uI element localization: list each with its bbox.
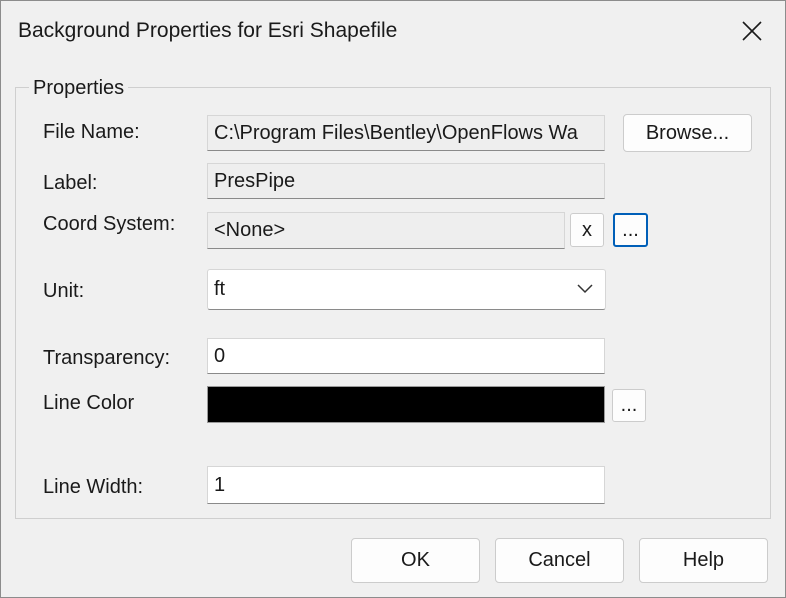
coord-system-label: Coord System:	[43, 213, 176, 235]
browse-button[interactable]: Browse...	[623, 114, 752, 152]
line-color-swatch[interactable]	[207, 386, 605, 423]
file-name-label: File Name:	[43, 121, 140, 143]
close-button[interactable]	[723, 5, 781, 57]
line-color-more-button[interactable]: ...	[612, 389, 646, 422]
label-label: Label:	[43, 172, 98, 194]
line-width-label: Line Width:	[43, 476, 144, 498]
close-icon	[742, 21, 762, 41]
line-width-input[interactable]: 1	[207, 466, 605, 504]
transparency-input[interactable]: 0	[207, 338, 605, 374]
dialog-window: Background Properties for Esri Shapefile…	[0, 0, 786, 598]
transparency-label: Transparency:	[43, 347, 171, 369]
coord-system-more-button[interactable]: ...	[613, 213, 648, 247]
unit-label: Unit:	[43, 280, 85, 302]
ok-button[interactable]: OK	[351, 538, 480, 583]
label-field[interactable]: PresPipe	[207, 163, 605, 199]
clear-coord-system-button[interactable]: x	[570, 213, 604, 247]
help-button[interactable]: Help	[639, 538, 768, 583]
unit-selected-value: ft	[214, 278, 226, 300]
cancel-button[interactable]: Cancel	[495, 538, 624, 583]
file-name-field[interactable]: C:\Program Files\Bentley\OpenFlows Wa	[207, 115, 605, 151]
coord-system-field[interactable]: <None>	[207, 212, 565, 249]
properties-group-label: Properties	[29, 77, 129, 100]
line-color-label: Line Color	[43, 392, 135, 414]
dialog-title: Background Properties for Esri Shapefile	[18, 19, 398, 42]
unit-dropdown[interactable]: ft	[207, 269, 606, 310]
chevron-down-icon	[577, 284, 593, 294]
